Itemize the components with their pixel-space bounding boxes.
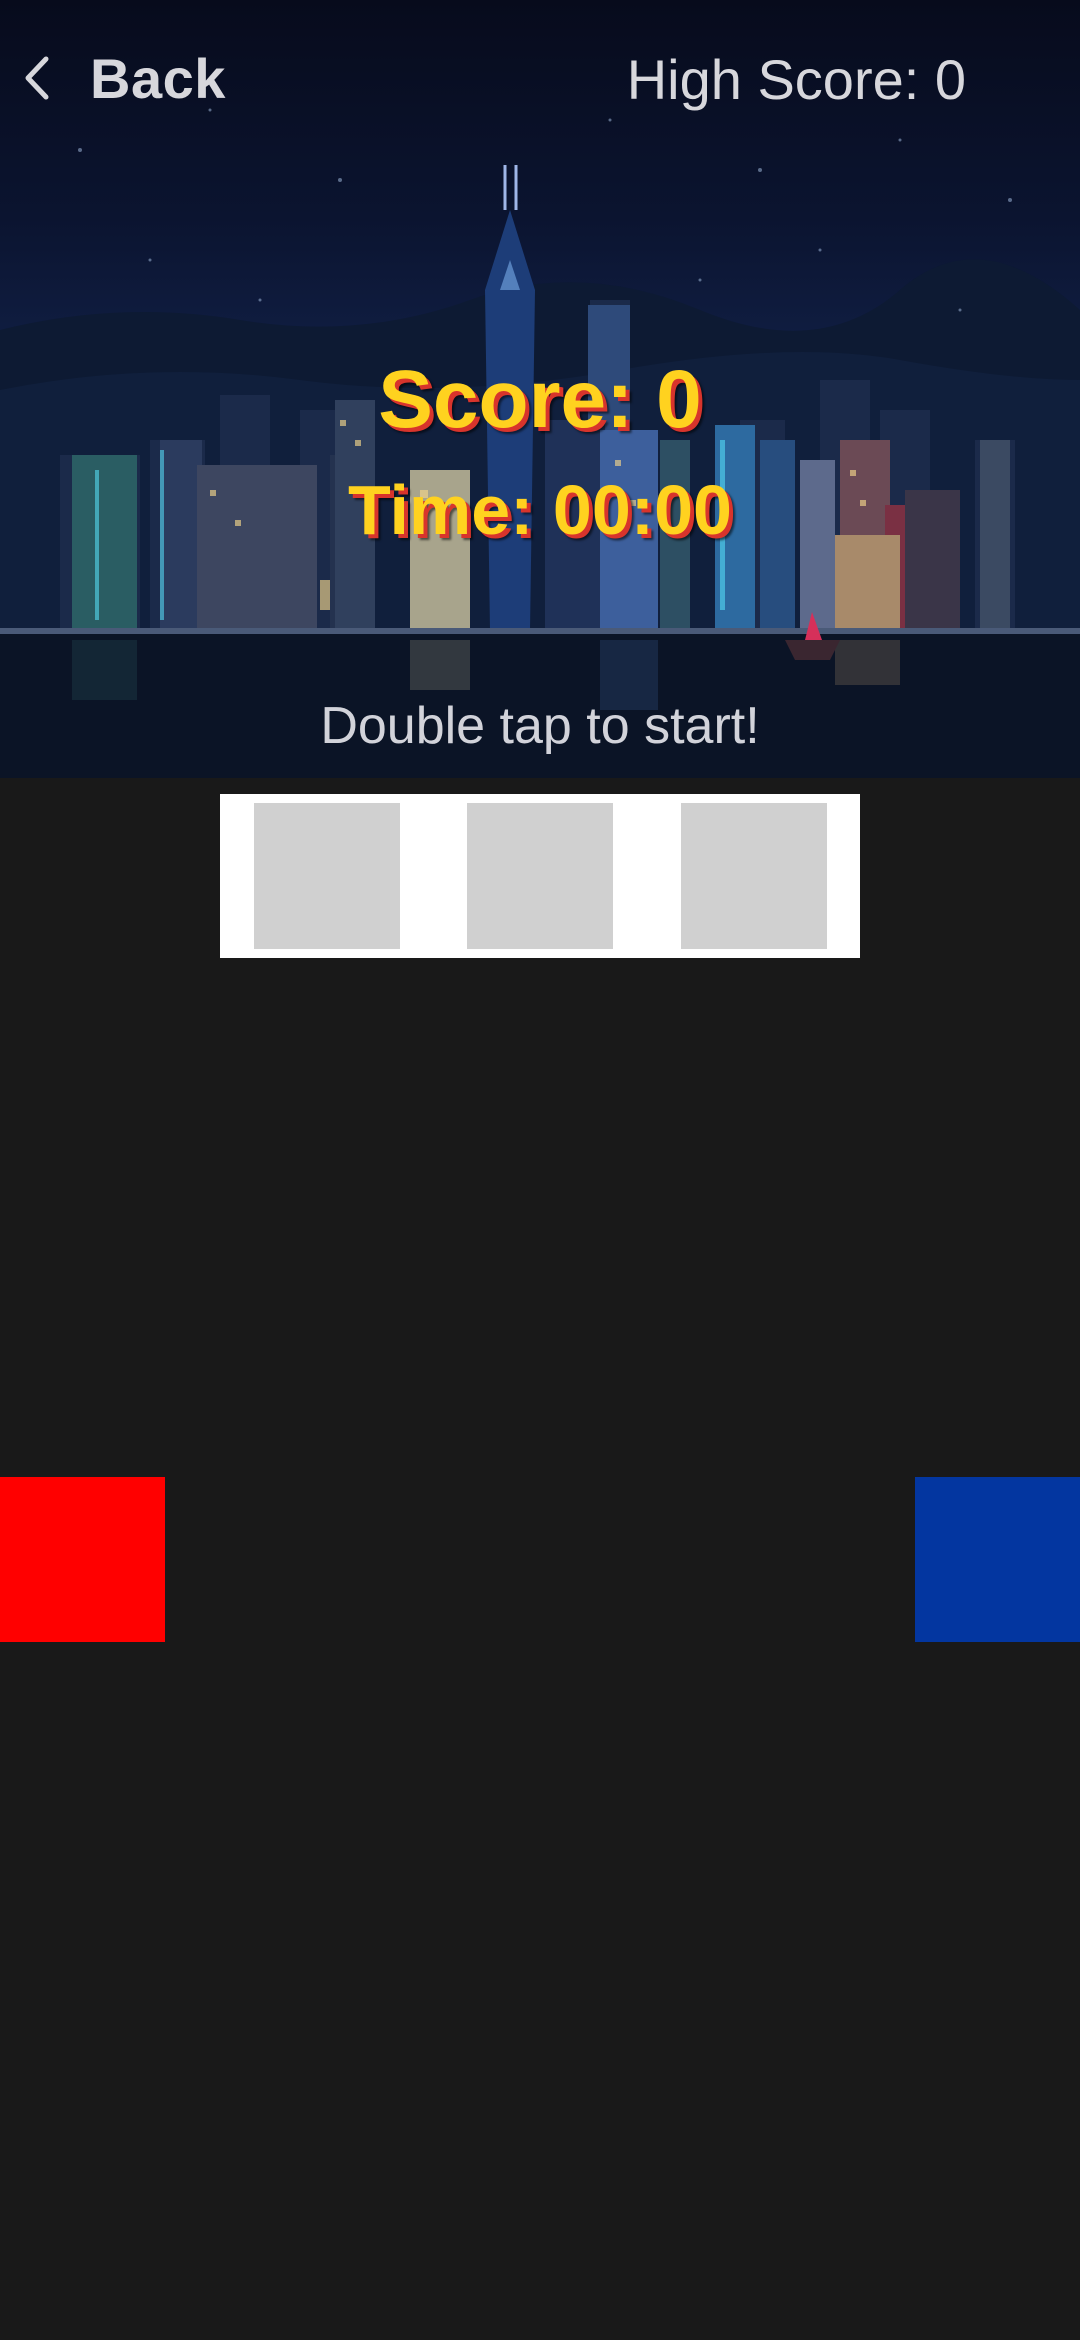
start-hint: Double tap to start! xyxy=(320,697,760,755)
game-screen[interactable]: Back High Score: 0 Score: 0 Time: 00:00 … xyxy=(0,0,1080,2340)
red-block[interactable] xyxy=(0,1477,165,1642)
back-button[interactable]: Back xyxy=(14,38,226,118)
block-slot xyxy=(467,803,613,949)
block-slot xyxy=(254,803,400,949)
block-slot-bar xyxy=(220,794,860,958)
score-label: Score: 0 xyxy=(378,354,702,445)
high-score-label: High Score: 0 xyxy=(626,48,966,111)
chevron-left-icon xyxy=(14,38,60,118)
time-label: Time: 00:00 xyxy=(348,471,732,549)
block-slot xyxy=(681,803,827,949)
city-skyline-banner: Back High Score: 0 Score: 0 Time: 00:00 … xyxy=(0,0,1080,778)
back-label: Back xyxy=(90,46,226,110)
blue-block[interactable] xyxy=(915,1477,1080,1642)
